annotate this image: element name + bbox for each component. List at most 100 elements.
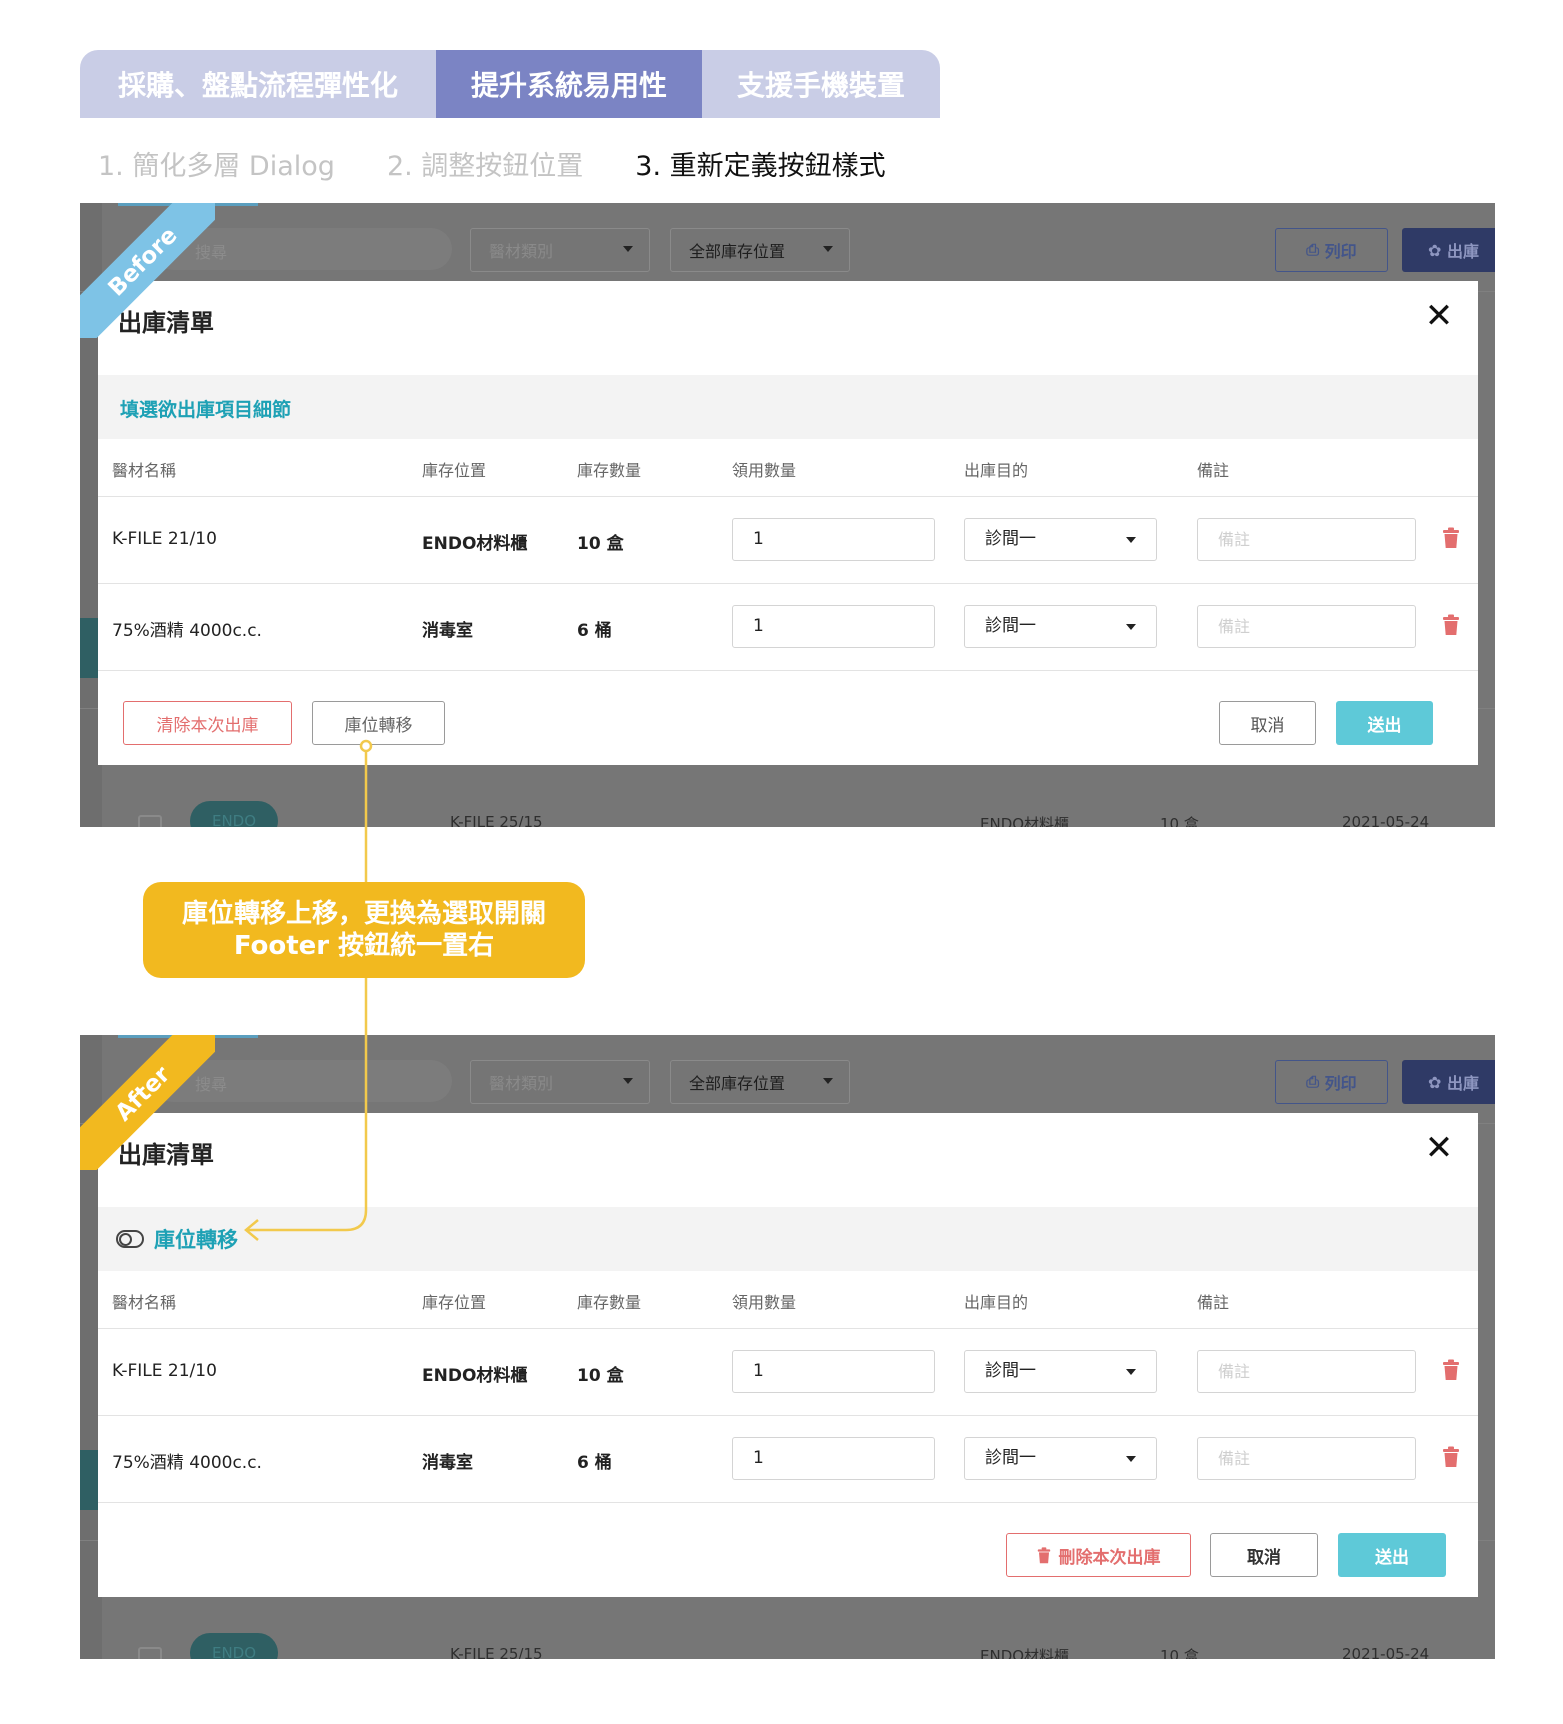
- table-row: 75%酒精 4000c.c. 消毒室 6 桶 1 診間一 備註: [98, 1416, 1478, 1503]
- purpose-value: 診間一: [985, 616, 1036, 636]
- caret-down-icon: [623, 246, 633, 252]
- sub-step-button-position[interactable]: 2. 調整按鈕位置: [387, 144, 583, 183]
- background-location-label: 全部庫存位置: [689, 1074, 786, 1093]
- background-row-location: ENDO材料櫃: [980, 1647, 1070, 1659]
- quantity-input[interactable]: 1: [732, 518, 935, 561]
- sub-step-button-style[interactable]: 3. 重新定義按鈕樣式: [635, 144, 885, 183]
- top-tab-mobile[interactable]: 支援手機裝置: [702, 50, 940, 118]
- trash-icon[interactable]: [1442, 1446, 1460, 1468]
- caret-down-icon: [1126, 1369, 1136, 1375]
- submit-button[interactable]: 送出: [1336, 701, 1433, 745]
- cancel-button[interactable]: 取消: [1210, 1533, 1318, 1577]
- purpose-value: 診間一: [985, 1448, 1036, 1468]
- background-row-checkbox: [138, 1647, 162, 1659]
- after-screenshot: ⚲ 搜尋 醫材類別 全部庫存位置 ⎙ 列印 ✿ 出庫 ENDO K-FILE 2…: [80, 1035, 1495, 1659]
- section-title: 填選欲出庫項目細節: [120, 399, 292, 421]
- cancel-button[interactable]: 取消: [1219, 701, 1316, 745]
- background-row-stock: 10 盒: [1160, 1647, 1199, 1659]
- item-location: 消毒室: [422, 1453, 473, 1473]
- close-icon[interactable]: ✕: [1422, 299, 1456, 333]
- column-header-note: 備註: [1197, 1293, 1230, 1312]
- caret-down-icon: [1126, 537, 1136, 543]
- trash-icon: [1037, 1546, 1050, 1563]
- item-location: ENDO材料櫃: [422, 534, 528, 554]
- background-print-label: 列印: [1324, 242, 1357, 261]
- note-input[interactable]: 備註: [1197, 518, 1416, 561]
- background-outbound-button: ✿ 出庫: [1402, 228, 1495, 272]
- caret-down-icon: [623, 1078, 633, 1084]
- clear-outbound-button[interactable]: 清除本次出庫: [123, 701, 292, 745]
- section-header: 填選欲出庫項目細節: [98, 375, 1478, 439]
- close-icon[interactable]: ✕: [1422, 1131, 1456, 1165]
- caret-down-icon: [1126, 1456, 1136, 1462]
- slide-canvas: 採購、盤點流程彈性化 提升系統易用性 支援手機裝置 1. 簡化多層 Dialog…: [0, 0, 1563, 1724]
- background-row-tag: ENDO: [190, 1633, 278, 1659]
- purpose-select[interactable]: 診間一: [964, 518, 1157, 561]
- trash-icon[interactable]: [1442, 614, 1460, 636]
- background-location-label: 全部庫存位置: [689, 242, 786, 261]
- background-outbound-label: 出庫: [1446, 242, 1479, 261]
- background-row-date: 2021-05-24: [1342, 813, 1430, 827]
- note-input[interactable]: 備註: [1197, 1437, 1416, 1480]
- before-screenshot: ⚲ 搜尋 醫材類別 全部庫存位置 ⎙ 列印 ✿ 出庫 ENDO K-FILE 2…: [80, 203, 1495, 827]
- caret-down-icon: [823, 246, 833, 252]
- item-stock: 6 桶: [577, 1453, 612, 1473]
- purpose-select[interactable]: 診間一: [964, 1350, 1157, 1393]
- location-transfer-toggle[interactable]: 庫位轉移: [116, 1224, 238, 1254]
- sub-step-simplify-dialog[interactable]: 1. 簡化多層 Dialog: [98, 144, 335, 183]
- background-category-label: 醫材類別: [489, 1074, 554, 1093]
- column-header-location: 庫存位置: [422, 1293, 487, 1312]
- printer-icon: ⎙: [1306, 240, 1325, 259]
- toggle-label: 庫位轉移: [154, 1228, 238, 1252]
- item-name: K-FILE 21/10: [112, 1361, 217, 1381]
- after-ribbon: After: [80, 1035, 215, 1170]
- delete-outbound-button[interactable]: 刪除本次出庫: [1006, 1533, 1191, 1577]
- item-name: 75%酒精 4000c.c.: [112, 621, 262, 641]
- note-input[interactable]: 備註: [1197, 1350, 1416, 1393]
- before-ribbon-label: Before: [80, 203, 215, 338]
- gear-icon: ✿: [1428, 240, 1447, 260]
- location-transfer-button[interactable]: 庫位轉移: [312, 701, 445, 745]
- column-header-purpose: 出庫目的: [964, 1293, 1029, 1312]
- background-category-select: 醫材類別: [470, 228, 650, 272]
- background-row-name: K-FILE 25/15: [450, 813, 543, 827]
- background-category-label: 醫材類別: [489, 242, 554, 261]
- column-header-stock: 庫存數量: [577, 461, 642, 480]
- purpose-value: 診間一: [985, 529, 1036, 549]
- background-row-marker: [80, 618, 98, 678]
- quantity-input[interactable]: 1: [732, 1350, 935, 1393]
- quantity-input[interactable]: 1: [732, 605, 935, 648]
- table-row: K-FILE 21/10 ENDO材料櫃 10 盒 1 診間一 備註: [98, 1329, 1478, 1416]
- top-tab-usability[interactable]: 提升系統易用性: [436, 50, 702, 118]
- purpose-select[interactable]: 診間一: [964, 605, 1157, 648]
- purpose-select[interactable]: 診間一: [964, 1437, 1157, 1480]
- background-location-select: 全部庫存位置: [670, 228, 850, 272]
- column-header-location: 庫存位置: [422, 461, 487, 480]
- note-input[interactable]: 備註: [1197, 605, 1416, 648]
- item-stock: 6 桶: [577, 621, 612, 641]
- submit-button[interactable]: 送出: [1338, 1533, 1446, 1577]
- column-header-quantity: 領用數量: [732, 461, 797, 480]
- callout-line-2: Footer 按鈕統一置右: [233, 931, 495, 961]
- background-row-location: ENDO材料櫃: [980, 815, 1070, 827]
- background-row-stock: 10 盒: [1160, 815, 1199, 827]
- trash-icon[interactable]: [1442, 527, 1460, 549]
- table-header: 醫材名稱 庫存位置 庫存數量 領用數量 出庫目的 備註: [98, 439, 1478, 497]
- item-location: ENDO材料櫃: [422, 1366, 528, 1386]
- background-location-select: 全部庫存位置: [670, 1060, 850, 1104]
- background-outbound-button: ✿ 出庫: [1402, 1060, 1495, 1104]
- item-name: 75%酒精 4000c.c.: [112, 1453, 262, 1473]
- printer-icon: ⎙: [1306, 1072, 1325, 1091]
- background-print-button: ⎙ 列印: [1275, 228, 1388, 272]
- after-ribbon-label: After: [80, 1035, 215, 1170]
- annotation-callout: 庫位轉移上移，更換為選取開關 Footer 按鈕統一置右: [143, 882, 585, 978]
- quantity-input[interactable]: 1: [732, 1437, 935, 1480]
- sub-step-nav: 1. 簡化多層 Dialog 2. 調整按鈕位置 3. 重新定義按鈕樣式: [98, 142, 938, 184]
- item-stock: 10 盒: [577, 1366, 624, 1386]
- column-header-quantity: 領用數量: [732, 1293, 797, 1312]
- background-category-select: 醫材類別: [470, 1060, 650, 1104]
- trash-icon[interactable]: [1442, 1359, 1460, 1381]
- purpose-value: 診間一: [985, 1361, 1036, 1381]
- top-tab-procurement[interactable]: 採購、盤點流程彈性化: [80, 50, 436, 118]
- gear-icon: ✿: [1428, 1072, 1447, 1092]
